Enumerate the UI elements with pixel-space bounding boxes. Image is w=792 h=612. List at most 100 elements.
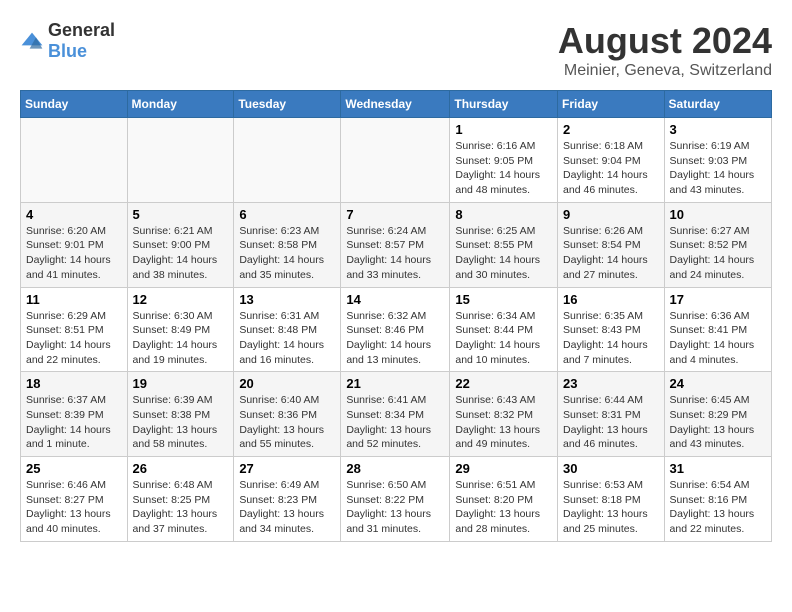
day-info: Sunrise: 6:16 AM Sunset: 9:05 PM Dayligh… [455,139,552,198]
day-number: 15 [455,292,552,307]
day-info: Sunrise: 6:46 AM Sunset: 8:27 PM Dayligh… [26,478,122,537]
day-info: Sunrise: 6:51 AM Sunset: 8:20 PM Dayligh… [455,478,552,537]
day-number: 3 [670,122,766,137]
day-number: 22 [455,376,552,391]
calendar-cell: 15 Sunrise: 6:34 AM Sunset: 8:44 PM Dayli… [450,287,558,372]
day-number: 20 [239,376,335,391]
calendar-cell: 21 Sunrise: 6:41 AM Sunset: 8:34 PM Dayli… [341,372,450,457]
day-info: Sunrise: 6:54 AM Sunset: 8:16 PM Dayligh… [670,478,766,537]
calendar-cell [234,118,341,203]
day-info: Sunrise: 6:24 AM Sunset: 8:57 PM Dayligh… [346,224,444,283]
day-header-friday: Friday [558,91,665,118]
day-info: Sunrise: 6:50 AM Sunset: 8:22 PM Dayligh… [346,478,444,537]
day-info: Sunrise: 6:41 AM Sunset: 8:34 PM Dayligh… [346,393,444,452]
calendar-cell: 3Sunrise: 6:19 AM Sunset: 9:03 PM Daylig… [664,118,771,203]
day-number: 28 [346,461,444,476]
calendar-cell: 31Sunrise: 6:54 AM Sunset: 8:16 PM Dayli… [664,457,771,542]
day-header-wednesday: Wednesday [341,91,450,118]
calendar-cell: 13 Sunrise: 6:31 AM Sunset: 8:48 PM Dayli… [234,287,341,372]
calendar-cell: 19 Sunrise: 6:39 AM Sunset: 8:38 PM Dayli… [127,372,234,457]
day-number: 6 [239,207,335,222]
calendar-cell: 1 Sunrise: 6:16 AM Sunset: 9:05 PM Daylig… [450,118,558,203]
day-header-tuesday: Tuesday [234,91,341,118]
day-info: Sunrise: 6:20 AM Sunset: 9:01 PM Dayligh… [26,224,122,283]
logo: General Blue [20,20,115,62]
day-info: Sunrise: 6:44 AM Sunset: 8:31 PM Dayligh… [563,393,659,452]
day-info: Sunrise: 6:45 AM Sunset: 8:29 PM Dayligh… [670,393,766,452]
day-number: 14 [346,292,444,307]
day-number: 5 [133,207,229,222]
day-info: Sunrise: 6:39 AM Sunset: 8:38 PM Dayligh… [133,393,229,452]
day-number: 10 [670,207,766,222]
day-number: 21 [346,376,444,391]
day-number: 29 [455,461,552,476]
day-info: Sunrise: 6:23 AM Sunset: 8:58 PM Dayligh… [239,224,335,283]
day-number: 11 [26,292,122,307]
calendar-subtitle: Meinier, Geneva, Switzerland [558,62,772,80]
calendar-cell: 30Sunrise: 6:53 AM Sunset: 8:18 PM Dayli… [558,457,665,542]
day-number: 24 [670,376,766,391]
calendar-table: SundayMondayTuesdayWednesdayThursdayFrid… [20,90,772,542]
day-number: 19 [133,376,229,391]
day-info: Sunrise: 6:40 AM Sunset: 8:36 PM Dayligh… [239,393,335,452]
calendar-cell: 27Sunrise: 6:49 AM Sunset: 8:23 PM Dayli… [234,457,341,542]
calendar-cell: 18Sunrise: 6:37 AM Sunset: 8:39 PM Dayli… [21,372,128,457]
calendar-cell: 14Sunrise: 6:32 AM Sunset: 8:46 PM Dayli… [341,287,450,372]
calendar-cell: 4 Sunrise: 6:20 AM Sunset: 9:01 PM Daylig… [21,202,128,287]
calendar-cell: 16Sunrise: 6:35 AM Sunset: 8:43 PM Dayli… [558,287,665,372]
title-section: August 2024 Meinier, Geneva, Switzerland [558,20,772,80]
week-row-2: 4 Sunrise: 6:20 AM Sunset: 9:01 PM Daylig… [21,202,772,287]
day-header-monday: Monday [127,91,234,118]
day-number: 4 [26,207,122,222]
calendar-cell: 8 Sunrise: 6:25 AM Sunset: 8:55 PM Daylig… [450,202,558,287]
day-info: Sunrise: 6:49 AM Sunset: 8:23 PM Dayligh… [239,478,335,537]
day-info: Sunrise: 6:34 AM Sunset: 8:44 PM Dayligh… [455,309,552,368]
logo-blue: Blue [48,41,87,61]
calendar-cell [341,118,450,203]
calendar-cell: 6 Sunrise: 6:23 AM Sunset: 8:58 PM Daylig… [234,202,341,287]
day-info: Sunrise: 6:18 AM Sunset: 9:04 PM Dayligh… [563,139,659,198]
day-info: Sunrise: 6:25 AM Sunset: 8:55 PM Dayligh… [455,224,552,283]
day-number: 23 [563,376,659,391]
day-info: Sunrise: 6:31 AM Sunset: 8:48 PM Dayligh… [239,309,335,368]
calendar-cell: 22 Sunrise: 6:43 AM Sunset: 8:32 PM Dayli… [450,372,558,457]
calendar-title: August 2024 [558,20,772,62]
week-row-3: 11 Sunrise: 6:29 AM Sunset: 8:51 PM Dayli… [21,287,772,372]
day-number: 13 [239,292,335,307]
calendar-cell: 28 Sunrise: 6:50 AM Sunset: 8:22 PM Dayli… [341,457,450,542]
week-row-4: 18Sunrise: 6:37 AM Sunset: 8:39 PM Dayli… [21,372,772,457]
week-row-5: 25 Sunrise: 6:46 AM Sunset: 8:27 PM Dayli… [21,457,772,542]
day-info: Sunrise: 6:27 AM Sunset: 8:52 PM Dayligh… [670,224,766,283]
day-number: 12 [133,292,229,307]
day-number: 8 [455,207,552,222]
day-info: Sunrise: 6:35 AM Sunset: 8:43 PM Dayligh… [563,309,659,368]
calendar-cell [21,118,128,203]
week-row-1: 1 Sunrise: 6:16 AM Sunset: 9:05 PM Daylig… [21,118,772,203]
calendar-cell: 2 Sunrise: 6:18 AM Sunset: 9:04 PM Daylig… [558,118,665,203]
header: General Blue August 2024 Meinier, Geneva… [20,20,772,80]
day-header-saturday: Saturday [664,91,771,118]
logo-general: General [48,20,115,40]
calendar-cell: 5 Sunrise: 6:21 AM Sunset: 9:00 PM Daylig… [127,202,234,287]
calendar-cell: 24 Sunrise: 6:45 AM Sunset: 8:29 PM Dayli… [664,372,771,457]
day-number: 9 [563,207,659,222]
calendar-cell: 10 Sunrise: 6:27 AM Sunset: 8:52 PM Dayli… [664,202,771,287]
day-number: 30 [563,461,659,476]
day-info: Sunrise: 6:30 AM Sunset: 8:49 PM Dayligh… [133,309,229,368]
day-info: Sunrise: 6:29 AM Sunset: 8:51 PM Dayligh… [26,309,122,368]
day-number: 17 [670,292,766,307]
logo-icon [20,31,44,51]
day-number: 1 [455,122,552,137]
calendar-cell: 20 Sunrise: 6:40 AM Sunset: 8:36 PM Dayli… [234,372,341,457]
calendar-cell: 23 Sunrise: 6:44 AM Sunset: 8:31 PM Dayli… [558,372,665,457]
day-number: 25 [26,461,122,476]
day-header-sunday: Sunday [21,91,128,118]
calendar-cell: 17Sunrise: 6:36 AM Sunset: 8:41 PM Dayli… [664,287,771,372]
calendar-cell: 25 Sunrise: 6:46 AM Sunset: 8:27 PM Dayli… [21,457,128,542]
day-info: Sunrise: 6:43 AM Sunset: 8:32 PM Dayligh… [455,393,552,452]
day-number: 18 [26,376,122,391]
calendar-cell: 29 Sunrise: 6:51 AM Sunset: 8:20 PM Dayli… [450,457,558,542]
day-number: 2 [563,122,659,137]
day-info: Sunrise: 6:21 AM Sunset: 9:00 PM Dayligh… [133,224,229,283]
calendar-cell: 7Sunrise: 6:24 AM Sunset: 8:57 PM Daylig… [341,202,450,287]
